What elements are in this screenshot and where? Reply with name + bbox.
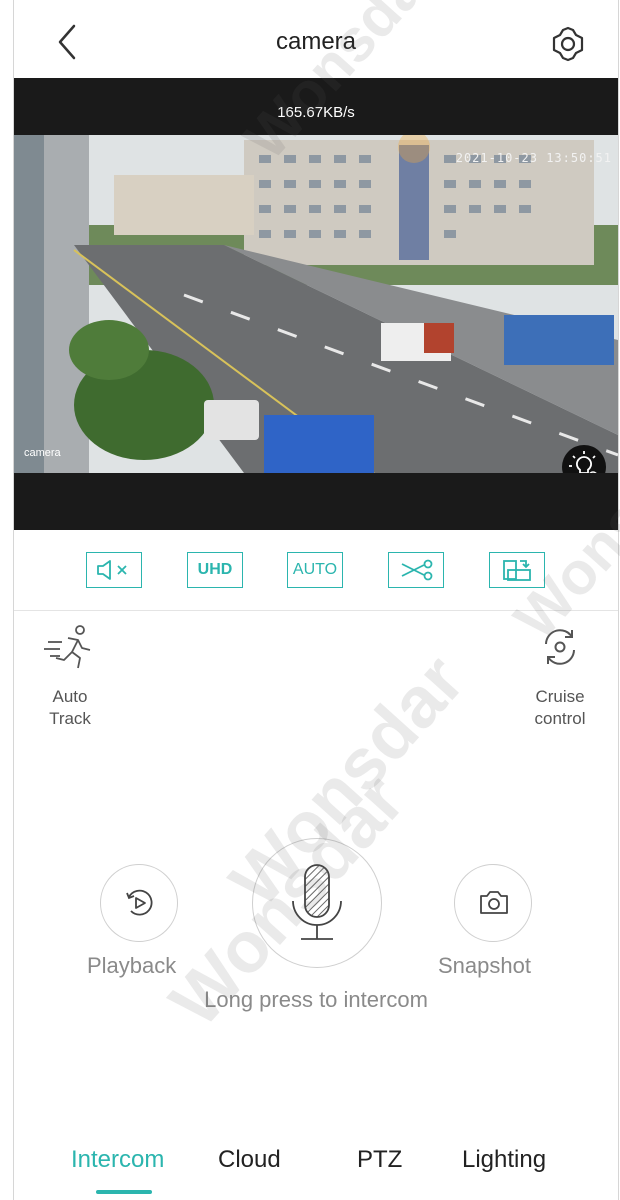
cruise-control-label: Cruise control [534, 687, 586, 728]
microphone-icon [292, 864, 342, 940]
street-scene-image [14, 135, 618, 473]
gear-icon [552, 26, 584, 62]
tab-lighting[interactable]: Lighting [462, 1146, 546, 1174]
active-tab-indicator [96, 1190, 152, 1194]
settings-button[interactable] [548, 24, 588, 64]
playback-button[interactable] [100, 864, 178, 942]
live-video-feed[interactable]: 2021-10-23 13:50:51 camera [14, 135, 618, 473]
rotate-screen-icon [503, 560, 531, 581]
snapshot-label: Snapshot [438, 953, 531, 978]
light-settings-icon [569, 451, 597, 473]
app-frame: camera 165.67KB/s 2021-10-23 13:50:51 ca… [13, 0, 620, 1200]
scissors-icon [401, 559, 433, 581]
playback-label: Playback [87, 953, 177, 978]
running-person-icon [44, 625, 91, 669]
replay-icon [126, 889, 153, 916]
intercom-mic-button[interactable] [252, 838, 382, 968]
mute-button[interactable] [86, 552, 142, 588]
camera-name-overlay: camera [24, 447, 61, 459]
page-title: camera [275, 28, 357, 55]
tab-intercom[interactable]: Intercom [71, 1146, 164, 1174]
video-timestamp: 2021-10-23 13:50:51 [455, 151, 612, 165]
cruise-control-button[interactable]: Cruise control [520, 622, 600, 730]
intercom-hint: Long press to intercom [204, 987, 428, 1012]
quality-button[interactable]: UHD [187, 552, 243, 588]
tab-cloud[interactable]: Cloud [218, 1146, 281, 1174]
header: camera [14, 0, 618, 78]
clip-button[interactable] [388, 552, 444, 588]
camera-icon [480, 891, 508, 914]
mode-button[interactable]: AUTO [287, 552, 343, 588]
snapshot-button[interactable] [454, 864, 532, 942]
auto-track-label: Auto Track [49, 687, 91, 728]
cruise-rotate-icon [545, 629, 575, 665]
rotate-screen-button[interactable] [489, 552, 545, 588]
light-settings-button[interactable] [562, 445, 606, 473]
video-toolbar: UHD AUTO [14, 530, 618, 611]
auto-track-button[interactable]: Auto Track [38, 622, 102, 730]
tab-ptz[interactable]: PTZ [357, 1146, 402, 1174]
video-player[interactable]: 165.67KB/s 2021-10-23 13:50:51 camera [14, 78, 618, 530]
speaker-mute-icon [97, 560, 127, 580]
bitrate-readout: 165.67KB/s [277, 104, 355, 121]
